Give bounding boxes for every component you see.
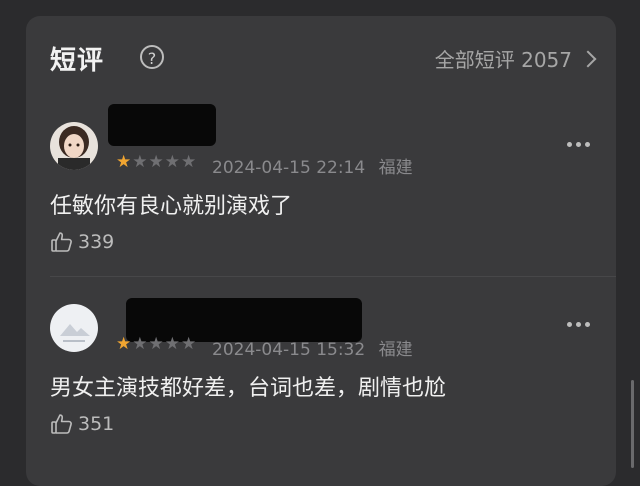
comment-item: ★ ★ ★ ★ ★ 2024-04-15 15:32 福建 男女主演技都好差，台…: [50, 298, 594, 456]
all-reviews-link[interactable]: 全部短评 2057: [434, 44, 597, 73]
star-empty-icon: ★: [181, 152, 197, 172]
rating-stars: ★ ★ ★ ★ ★: [116, 154, 196, 171]
section-title: 短评: [50, 46, 105, 76]
comment-date: 2024-04-15 15:32: [212, 340, 366, 360]
all-reviews-label: 全部短评 2057: [434, 48, 572, 72]
comment-meta: 2024-04-15 15:32 福建: [212, 335, 413, 360]
question-circle-icon[interactable]: ?: [140, 45, 164, 69]
avatar[interactable]: [50, 304, 98, 352]
comment-location: 福建: [378, 158, 413, 178]
more-options-icon[interactable]: [567, 322, 590, 327]
comment-text: 男女主演技都好差，台词也差，剧情也尬: [50, 376, 447, 401]
comment-location: 福建: [378, 340, 413, 360]
divider: [50, 276, 616, 277]
star-empty-icon: ★: [164, 334, 180, 354]
section-header: 短评 ? 全部短评 2057: [50, 40, 597, 76]
like-button[interactable]: 339: [50, 230, 114, 254]
rating-stars: ★ ★ ★ ★ ★: [116, 336, 196, 353]
star-filled-icon: ★: [116, 334, 132, 354]
star-empty-icon: ★: [132, 152, 148, 172]
thumbs-up-icon: [51, 232, 72, 252]
scrollbar[interactable]: [631, 380, 634, 468]
more-options-icon[interactable]: [567, 142, 590, 147]
star-empty-icon: ★: [181, 334, 197, 354]
like-count: 351: [78, 413, 115, 435]
thumbs-up-icon: [51, 414, 72, 434]
star-empty-icon: ★: [132, 334, 148, 354]
redacted-username: [108, 104, 216, 146]
comment-meta: 2024-04-15 22:14 福建: [212, 153, 413, 178]
comment-item: ★ ★ ★ ★ ★ 2024-04-15 22:14 福建 任敏你有良心就别演戏…: [50, 104, 616, 277]
star-empty-icon: ★: [148, 334, 164, 354]
avatar[interactable]: [50, 122, 98, 170]
comment-text: 任敏你有良心就别演戏了: [50, 194, 293, 219]
star-filled-icon: ★: [116, 152, 132, 172]
like-button[interactable]: 351: [50, 412, 114, 436]
star-empty-icon: ★: [164, 152, 180, 172]
short-review-card: 短评 ? 全部短评 2057 ★ ★ ★ ★ ★ 2024-04-15 22:1…: [26, 16, 616, 486]
like-count: 339: [78, 231, 115, 253]
star-empty-icon: ★: [148, 152, 164, 172]
chevron-right-icon: [579, 50, 597, 67]
comment-date: 2024-04-15 22:14: [212, 158, 366, 178]
